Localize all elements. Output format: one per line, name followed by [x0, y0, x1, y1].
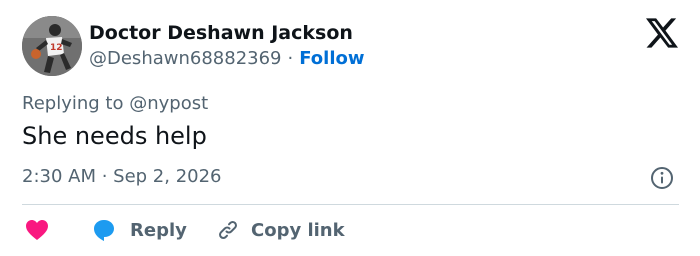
avatar-image: 12	[22, 16, 82, 76]
svg-text:12: 12	[50, 43, 63, 53]
handle-separator: ·	[287, 48, 294, 69]
tweet-text: She needs help	[22, 122, 207, 150]
replying-to-line: Replying to @nypost	[22, 93, 208, 114]
follow-button[interactable]: Follow	[299, 48, 364, 69]
author-handle-row: @Deshawn68882369 · Follow	[89, 48, 365, 69]
divider	[22, 204, 679, 205]
embedded-tweet-card: 12 Doctor Deshawn Jackson @Deshawn688823…	[0, 0, 700, 256]
author-handle[interactable]: @Deshawn68882369	[89, 48, 282, 69]
copy-link-button[interactable]: Copy link	[216, 216, 345, 244]
avatar[interactable]: 12	[22, 16, 82, 76]
heart-icon	[26, 220, 48, 240]
replying-to-prefix: Replying to	[22, 93, 124, 114]
speech-bubble-icon	[94, 220, 114, 241]
x-logo-icon[interactable]	[646, 18, 678, 48]
link-icon	[219, 221, 237, 239]
copy-link-label: Copy link	[251, 219, 345, 241]
info-icon[interactable]	[650, 166, 674, 190]
tweet-timestamp[interactable]: 2:30 AM · Sep 2, 2026	[22, 166, 222, 187]
like-button[interactable]	[25, 216, 49, 244]
author-display-name[interactable]: Doctor Deshawn Jackson	[89, 22, 353, 44]
reply-label: Reply	[130, 219, 187, 241]
replying-to-mention[interactable]: @nypost	[129, 93, 208, 114]
reply-button[interactable]: Reply	[92, 216, 187, 244]
